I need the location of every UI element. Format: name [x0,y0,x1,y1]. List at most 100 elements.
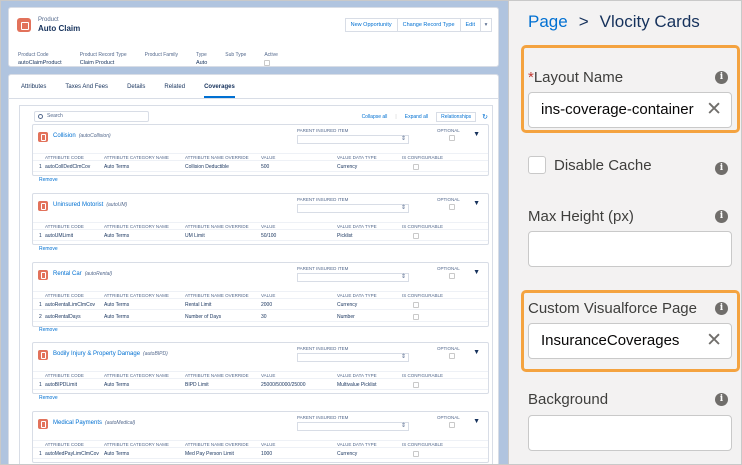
coverage-name[interactable]: Rental Car [53,271,82,277]
clear-icon[interactable]: ✕ [706,93,722,127]
info-icon[interactable]: i [715,71,728,84]
configurable-checkbox[interactable] [413,233,419,239]
info-icon[interactable]: i [715,210,728,223]
remove-link[interactable]: Remove [39,246,58,252]
attributes-table-header: ATTRIBUTE CODE ATTRIBUTE CATEGORY NAME ATT… [33,153,488,161]
chevron-down-icon[interactable]: ▼ [473,269,480,276]
configurable-checkbox[interactable] [413,314,419,320]
column-header: IS CONFIGURABLE [402,293,444,298]
parent-insured-item-select[interactable] [297,135,409,144]
table-cell: Number [337,314,355,320]
configurable-checkbox[interactable] [413,451,419,457]
info-icon[interactable]: i [715,302,728,315]
tab-related[interactable]: Related [164,75,185,98]
coverage-title[interactable]: Uninsured Motorist (autoUM) [53,202,127,208]
refresh-icon[interactable]: ↻ [482,113,488,121]
record-field-label: Product Code [18,52,49,58]
remove-link[interactable]: Remove [39,395,58,401]
layout-name-label: *Layout Name [528,69,624,86]
column-header: ATTRIBUTE CATEGORY NAME [104,293,169,298]
chevron-down-icon[interactable]: ▼ [473,131,480,138]
optional-field: OPTIONAL [437,197,460,210]
optional-field: OPTIONAL [437,128,460,141]
expand-all-link[interactable]: Expand all [405,114,428,120]
salesforce-preview: Product Auto Claim New Opportunity Chang… [1,1,508,464]
coverage-name[interactable]: Uninsured Motorist [53,202,103,208]
table-cell: Auto Terms [104,233,130,239]
optional-checkbox[interactable] [449,353,455,359]
coverage-name[interactable]: Medical Payments [53,420,102,426]
new-opportunity-button[interactable]: New Opportunity [344,18,398,32]
layout-name-input[interactable]: ins-coverage-container ✕ [528,92,732,128]
coverage-card: Medical Payments (autoMedical) PARENT INSU… [32,411,489,463]
detail-card: Attributes Taxes And Fees Details Related Co… [8,74,499,464]
background-label: Background [528,391,609,408]
tab-coverages[interactable]: Coverages [204,75,235,98]
remove-link[interactable]: Remove [39,327,58,333]
optional-checkbox[interactable] [449,135,455,141]
coverage-name[interactable]: Collision [53,133,76,139]
info-icon[interactable]: i [715,393,728,406]
parent-insured-item-select[interactable] [297,204,409,213]
tab-taxes-and-fees[interactable]: Taxes And Fees [65,75,108,98]
optional-field: OPTIONAL [437,346,460,359]
chevron-down-icon[interactable]: ▼ [473,349,480,356]
relationships-button[interactable]: Relationships [436,112,477,122]
coverage-name[interactable]: Bodily Injury & Property Damage [53,351,140,357]
column-header: VALUE DATA TYPE [337,442,377,447]
coverage-icon [38,270,48,280]
remove-link[interactable]: Remove [39,177,58,183]
breadcrumb-page-link[interactable]: Page [528,12,568,32]
configurable-checkbox[interactable] [413,382,419,388]
change-record-type-button[interactable]: Change Record Type [396,18,461,32]
table-cell: Currency [337,451,358,457]
attributes-table-header: ATTRIBUTE CODE ATTRIBUTE CATEGORY NAME ATT… [33,440,488,448]
chevron-down-icon[interactable]: ▼ [473,200,480,207]
optional-checkbox[interactable] [449,204,455,210]
edit-button[interactable]: Edit [459,18,481,32]
coverage-code: (autoMedical) [105,420,136,426]
tab-attributes[interactable]: Attributes [21,75,46,98]
search-input[interactable]: Search [34,111,149,122]
more-actions-icon[interactable]: ▾ [480,18,492,32]
background-input[interactable] [528,415,732,451]
coverage-title[interactable]: Collision (autoCollision) [53,133,111,139]
collapse-all-link[interactable]: Collapse all [362,114,388,120]
table-row: 1 autoRentalLimClmCov Auto Terms Rental Lim… [33,300,488,310]
chevron-down-icon[interactable]: ▼ [473,418,480,425]
table-cell: Med Pay Person Limit [185,451,234,457]
column-header: ATTRIBUTE CATEGORY NAME [104,224,169,229]
clear-icon[interactable]: ✕ [706,324,722,358]
coverages-toolbar: Search Collapse all | Expand all Relatio… [20,106,492,122]
column-header: VALUE [261,224,276,229]
column-header: ATTRIBUTE NAME OVERRIDE [185,224,249,229]
parent-insured-item-select[interactable] [297,273,409,282]
tab-details[interactable]: Details [127,75,145,98]
parent-insured-item: PARENT INSURED ITEM [297,266,409,282]
breadcrumb-current: Vlocity Cards [599,12,700,31]
coverage-code: (autoUM) [106,202,128,208]
disable-cache-checkbox[interactable] [528,156,546,174]
info-icon[interactable]: i [715,162,728,175]
optional-checkbox[interactable] [449,273,455,279]
record-field-label: Product Record Type [79,52,127,58]
column-header: ATTRIBUTE NAME OVERRIDE [185,293,249,298]
record-field: Product Code autoClaimProduct [18,52,62,66]
optional-checkbox[interactable] [449,422,455,428]
configurable-checkbox[interactable] [413,164,419,170]
configurable-checkbox[interactable] [413,302,419,308]
record-field: Product Record Type Claim Product [80,52,127,66]
table-cell: autoCollDedClmCov [45,164,91,170]
optional-field: OPTIONAL [437,266,460,279]
parent-insured-item-select[interactable] [297,353,409,362]
table-cell: Collision Deductible [185,164,229,170]
max-height-input[interactable] [528,231,732,267]
coverage-title[interactable]: Medical Payments (autoMedical) [53,420,135,426]
vf-page-input[interactable]: InsuranceCoverages ✕ [528,323,732,359]
table-cell: 1 [39,302,42,308]
coverage-title[interactable]: Bodily Injury & Property Damage (autoBIPD… [53,351,168,357]
parent-insured-item-label: PARENT INSURED ITEM [297,197,349,202]
coverage-title[interactable]: Rental Car (autoRental) [53,271,112,277]
record-header: Product Auto Claim New Opportunity Chang… [8,7,499,67]
parent-insured-item-select[interactable] [297,422,409,431]
